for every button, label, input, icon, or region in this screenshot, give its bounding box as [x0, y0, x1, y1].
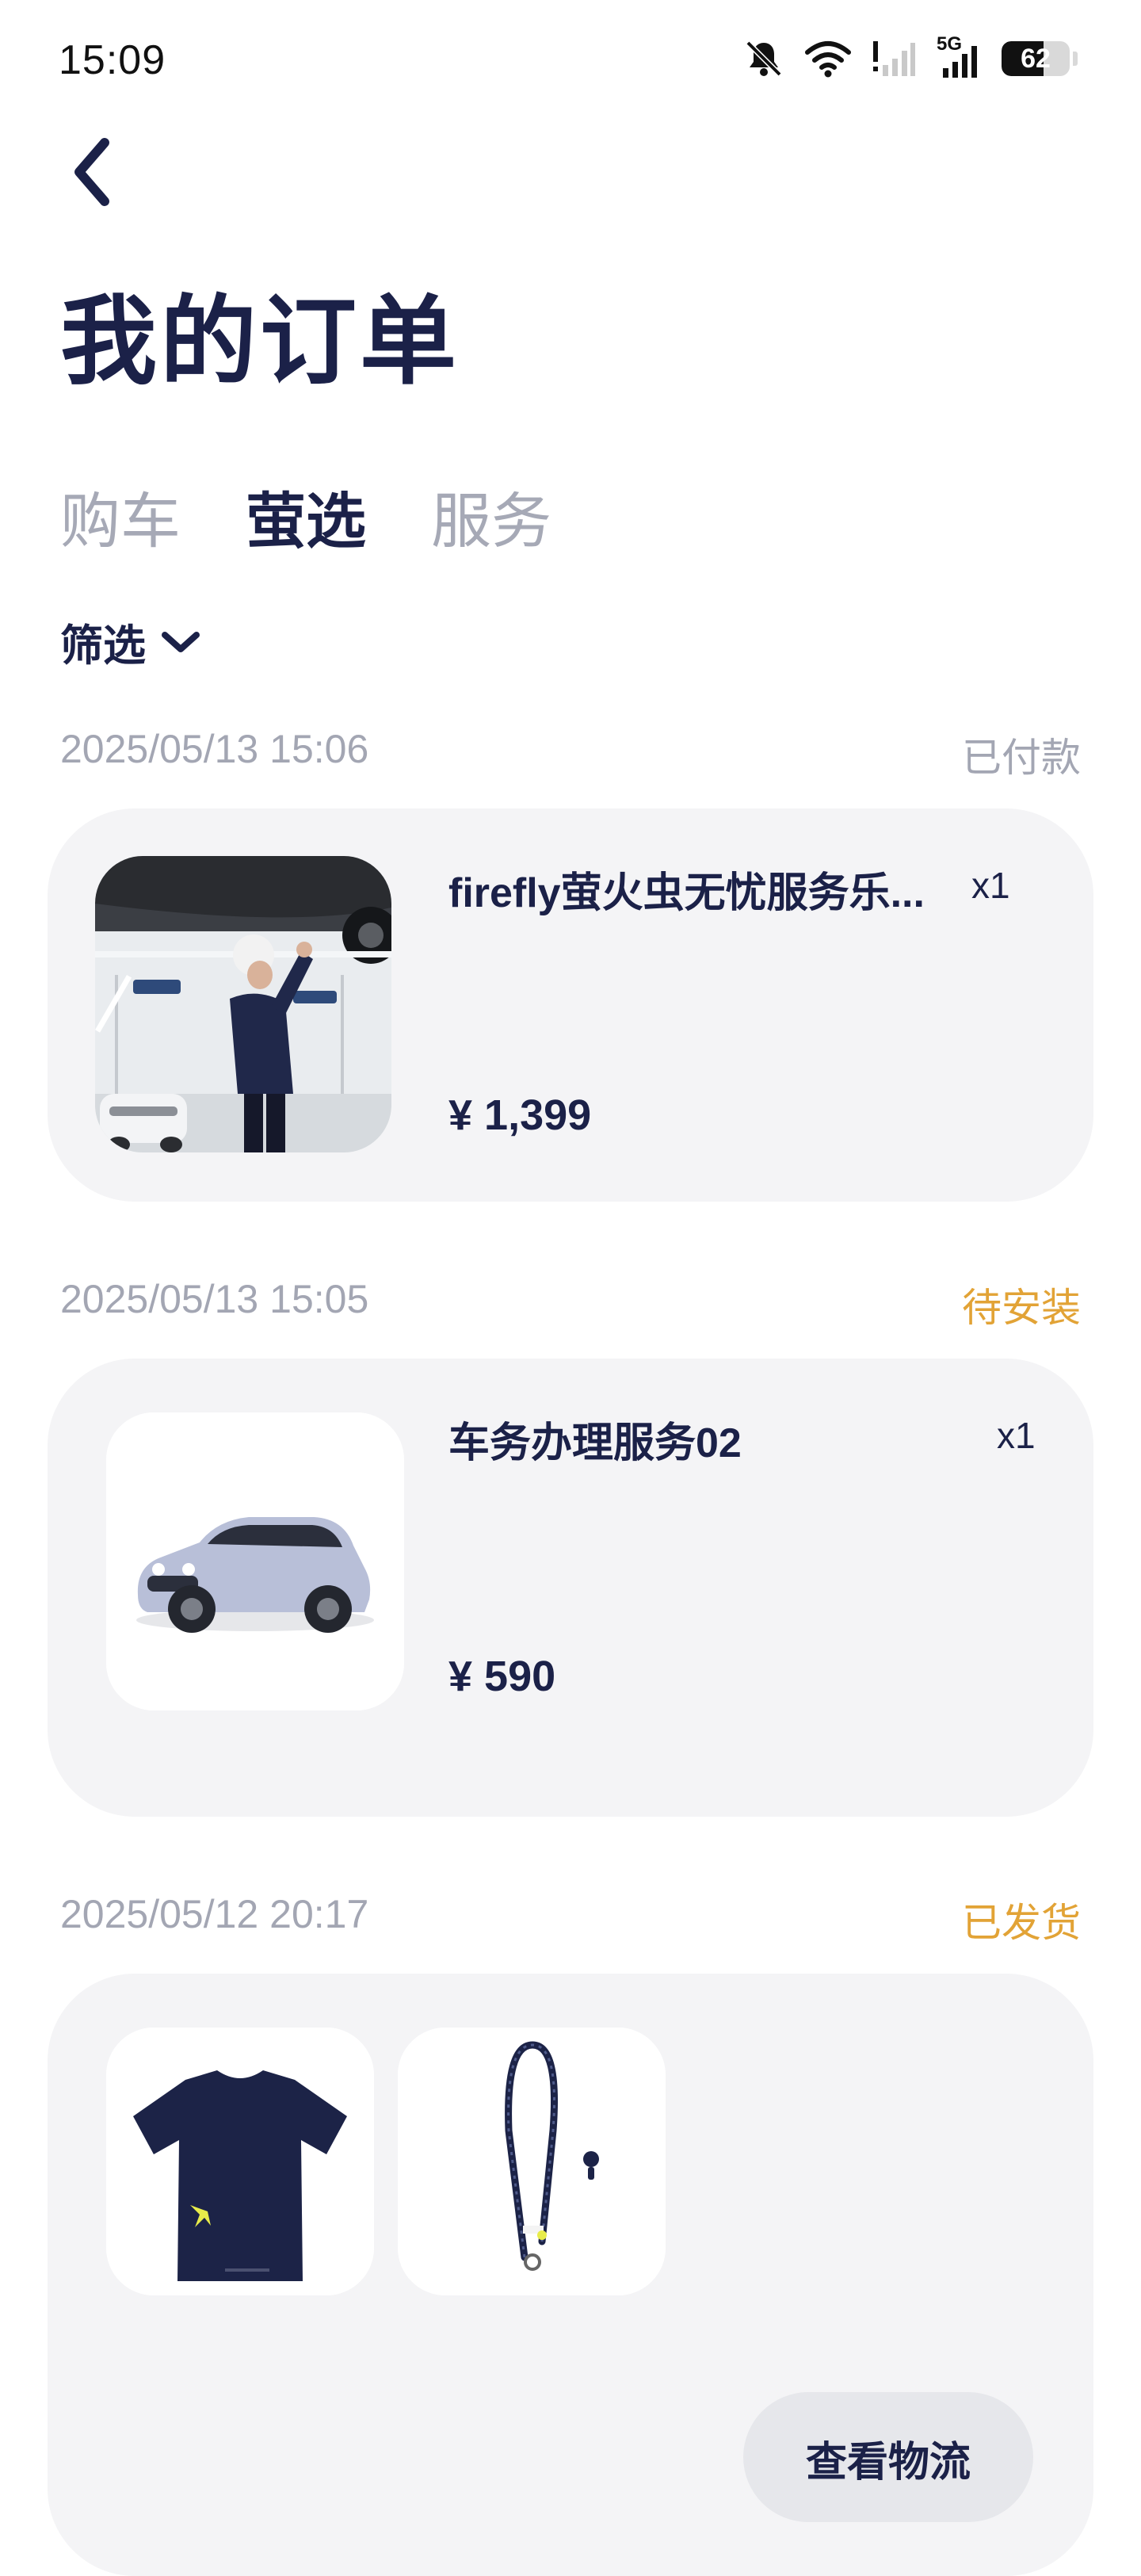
product-image-technician [95, 856, 391, 1152]
back-button[interactable] [70, 136, 117, 208]
sim1-signal-icon [873, 41, 915, 76]
mute-icon [746, 40, 782, 77]
filter-dropdown[interactable]: 筛选 [60, 610, 201, 673]
product-price: ¥ 1,399 [448, 1091, 592, 1139]
product-name: 车务办理服务02 [448, 1420, 742, 1466]
order-status: 已发货 [962, 1901, 1081, 1945]
wifi-icon [805, 41, 851, 78]
battery-icon: 62 [1002, 41, 1078, 76]
tab-selection[interactable]: 萤选 [246, 472, 366, 560]
view-logistics-button[interactable]: 查看物流 [743, 2392, 1033, 2522]
product-name: firefly萤火虫无忧服务乐... [448, 870, 925, 916]
status-icons: 5G 62 [743, 33, 1078, 79]
product-image-car [106, 1412, 404, 1710]
filter-label: 筛选 [60, 622, 146, 670]
order-status: 待安装 [962, 1286, 1081, 1330]
5g-signal-icon: 5G [937, 33, 981, 79]
page-title: 我的订单 [60, 288, 460, 396]
view-logistics-label: 查看物流 [805, 2440, 971, 2486]
order-card[interactable]: firefly萤火虫无忧服务乐... x1 ¥ 1,399 [48, 808, 1093, 1202]
order-card[interactable]: 查看物流 [48, 1974, 1093, 2576]
product-price: ¥ 590 [448, 1653, 556, 1700]
product-qty: x1 [997, 1415, 1036, 1456]
order-date: 2025/05/12 20:17 [60, 1892, 369, 1936]
order-status: 已付款 [962, 736, 1081, 780]
tab-car-purchase[interactable]: 购车 [60, 472, 181, 560]
chevron-down-icon [162, 631, 200, 652]
chevron-left-icon [74, 138, 109, 206]
battery-level: 62 [1021, 44, 1051, 74]
order-type-tabs: 购车 萤选 服务 [60, 472, 551, 560]
product-qty: x1 [971, 865, 1010, 906]
order-date: 2025/05/13 15:05 [60, 1277, 369, 1321]
status-time: 15:09 [59, 37, 166, 83]
order-date: 2025/05/13 15:06 [60, 727, 369, 771]
product-image-lanyard [398, 2028, 666, 2295]
order-card[interactable]: 车务办理服务02 x1 ¥ 590 [48, 1359, 1093, 1817]
product-image-tshirt [106, 2028, 374, 2295]
tab-service[interactable]: 服务 [431, 472, 551, 560]
